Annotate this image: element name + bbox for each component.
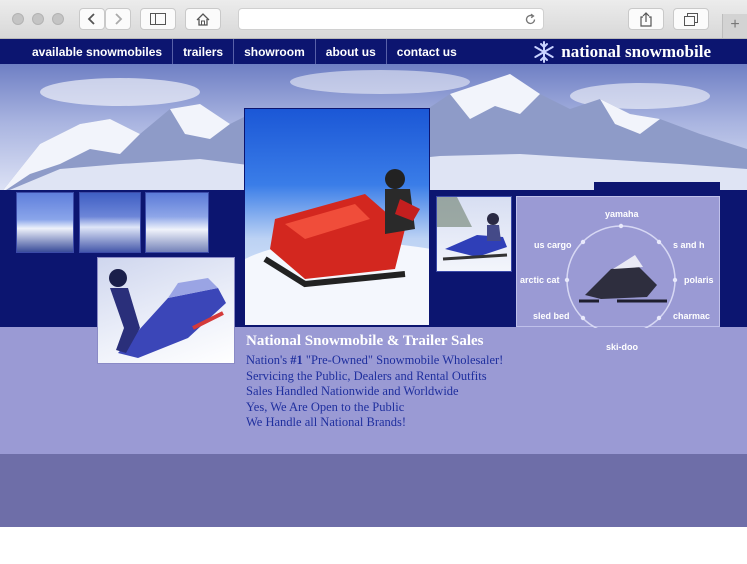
nav-contact-us[interactable]: contact us	[387, 39, 467, 64]
back-button[interactable]	[79, 8, 105, 30]
minimize-window-dot[interactable]	[32, 13, 44, 25]
intro-line-5: We Handle all National Brands!	[246, 415, 407, 429]
address-bar[interactable]	[238, 8, 544, 30]
brand-charmac[interactable]: charmac	[673, 311, 710, 321]
brand-ski-doo[interactable]: ski-doo	[606, 342, 638, 352]
intro-line-3: Sales Handled Nationwide and Worldwide	[246, 384, 459, 398]
intro-line-4: Yes, We Are Open to the Public	[246, 399, 405, 414]
tabs-button[interactable]	[673, 8, 709, 30]
share-icon	[640, 11, 652, 27]
intro-line-2: Servicing the Public, Dealers and Rental…	[246, 368, 487, 383]
tabs-icon	[684, 12, 698, 26]
brand-us-cargo[interactable]: us cargo	[534, 240, 572, 250]
main-action-photo[interactable]	[244, 108, 430, 326]
browser-toolbar: +	[0, 0, 747, 39]
intro-line-1-rank: #1	[290, 353, 303, 367]
intro-line-1: Nation's #1 "Pre-Owned" Snowmobile Whole…	[246, 353, 503, 369]
brand-wheel-panel: yamaha s and h polaris charmac ski-doo s…	[516, 196, 720, 352]
nav-showroom[interactable]: showroom	[234, 39, 316, 64]
snowmobile-silhouette	[579, 255, 667, 303]
sidebar-button[interactable]	[140, 8, 176, 30]
brand-s-and-h[interactable]: s and h	[673, 240, 705, 250]
blue-snowmobile-image	[437, 197, 508, 261]
forward-button[interactable]	[105, 8, 131, 30]
footer-panel	[0, 454, 747, 527]
mountain-thumbnail-3[interactable]	[145, 192, 209, 253]
blue-snowmobile-photo[interactable]	[436, 196, 512, 272]
home-icon	[196, 12, 210, 26]
chevron-right-icon	[115, 13, 123, 25]
snowmobile-rider-image	[109, 269, 226, 358]
share-button[interactable]	[628, 8, 664, 30]
brand-arctic-cat[interactable]: arctic cat	[520, 275, 560, 285]
home-button[interactable]	[185, 8, 221, 30]
mountain-thumbnail-1[interactable]	[16, 192, 74, 253]
close-window-dot[interactable]	[12, 13, 24, 25]
nav-available-snowmobiles[interactable]: available snowmobiles	[22, 39, 174, 64]
chevron-left-icon	[87, 13, 95, 25]
maximize-window-dot[interactable]	[52, 13, 64, 25]
site-logo[interactable]: national snowmobile	[533, 39, 711, 64]
brand-polaris[interactable]: polaris	[684, 275, 714, 285]
snowflake-icon	[534, 40, 554, 63]
red-snowmobile-image	[245, 169, 429, 325]
mountain-thumbnail-2[interactable]	[79, 192, 141, 253]
nav-trailers[interactable]: trailers	[173, 39, 235, 64]
rider-photo-left[interactable]	[97, 257, 235, 364]
brand-yamaha[interactable]: yamaha	[605, 209, 639, 219]
intro-line-1-pre: Nation's	[246, 353, 291, 367]
nav-about-us[interactable]: about us	[316, 39, 387, 64]
page-headline: National Snowmobile & Trailer Sales	[246, 333, 484, 349]
new-tab-button[interactable]: +	[722, 14, 747, 38]
sidebar-icon	[150, 13, 166, 25]
brand-sled-bed[interactable]: sled bed	[533, 311, 570, 321]
intro-text-block: National Snowmobile & Trailer Sales Nati…	[246, 333, 503, 431]
site-logo-text: national snowmobile	[561, 41, 711, 61]
reload-icon[interactable]	[524, 13, 537, 26]
intro-line-1-post: "Pre-Owned" Snowmobile Wholesaler!	[302, 353, 504, 367]
